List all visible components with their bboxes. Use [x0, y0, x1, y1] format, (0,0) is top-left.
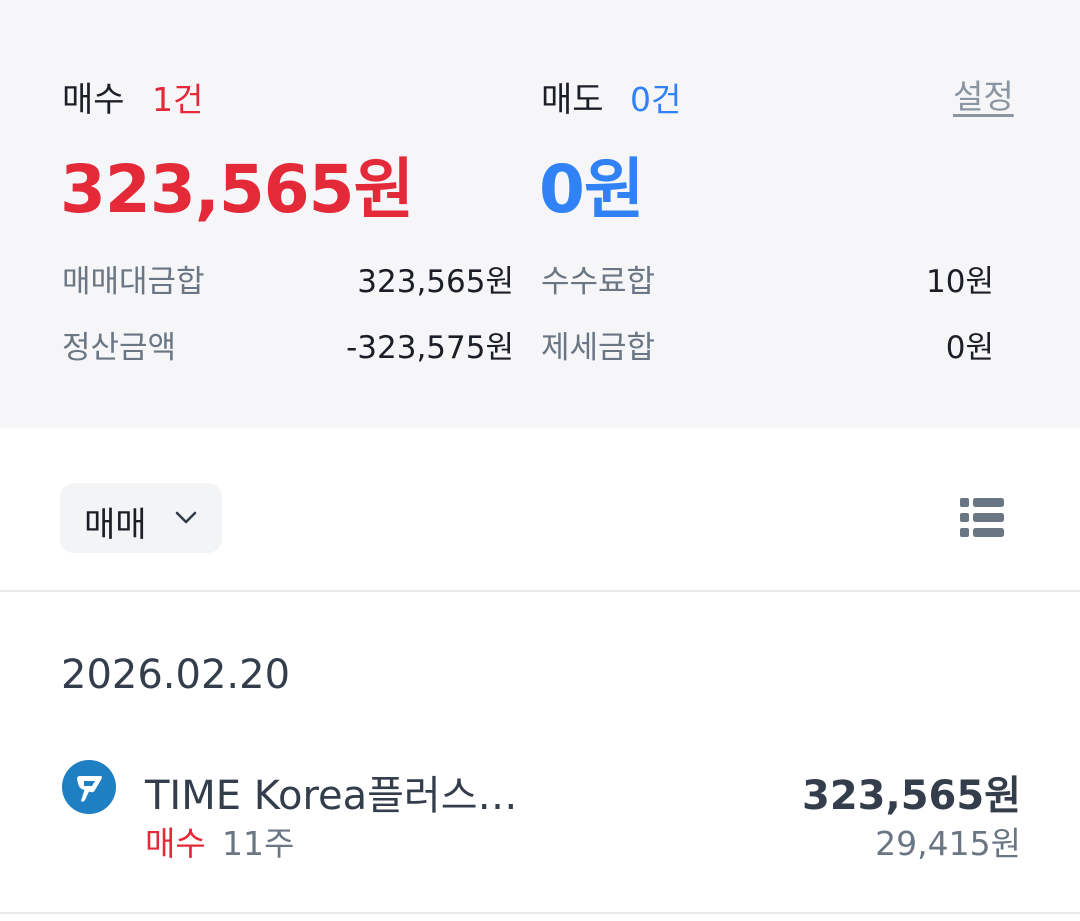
- settlement-amount-label: 정산금액: [62, 330, 177, 366]
- trade-summary-panel: 매수 1건 323,565원 매도 0건 0원 설정 매매대금합 323,565…: [0, 0, 1080, 428]
- sell-label: 매도: [541, 80, 604, 120]
- buy-total-amount: 323,565원: [60, 151, 414, 228]
- trade-side-badge: 매수: [145, 824, 206, 863]
- settings-link[interactable]: 설정: [953, 70, 1014, 118]
- tax-sum-label: 제세금합: [541, 330, 656, 366]
- trade-quantity: 11주: [222, 824, 295, 863]
- trade-value-sum: 323,565원: [357, 264, 514, 300]
- trade-type-selected: 매매: [84, 505, 147, 545]
- trade-amount: 323,565원: [802, 773, 1021, 819]
- list-view-icon[interactable]: [960, 497, 1004, 539]
- commission-sum-label: 수수료합: [541, 264, 656, 300]
- stock-logo-icon: [62, 760, 116, 814]
- sell-count: 0건: [630, 80, 682, 119]
- trade-date-header: 2026.02.20: [61, 652, 291, 698]
- trade-list-item[interactable]: TIME Korea플러스… 매수 11주 323,565원 29,415원: [0, 745, 1080, 875]
- sell-total-amount: 0원: [539, 151, 645, 228]
- buy-count: 1건: [152, 80, 204, 119]
- stock-name: TIME Korea플러스…: [145, 773, 518, 819]
- section-divider: [0, 590, 1080, 592]
- trade-unit-price: 29,415원: [875, 824, 1021, 863]
- settlement-amount: -323,575원: [346, 330, 514, 366]
- buy-label: 매수: [62, 80, 125, 120]
- tax-sum: 0원: [945, 330, 994, 366]
- list-bottom-divider: [0, 912, 1080, 914]
- trade-type-dropdown[interactable]: 매매: [60, 483, 222, 553]
- commission-sum: 10원: [926, 264, 994, 300]
- chevron-down-icon: [175, 511, 197, 524]
- trade-value-sum-label: 매매대금합: [62, 264, 205, 300]
